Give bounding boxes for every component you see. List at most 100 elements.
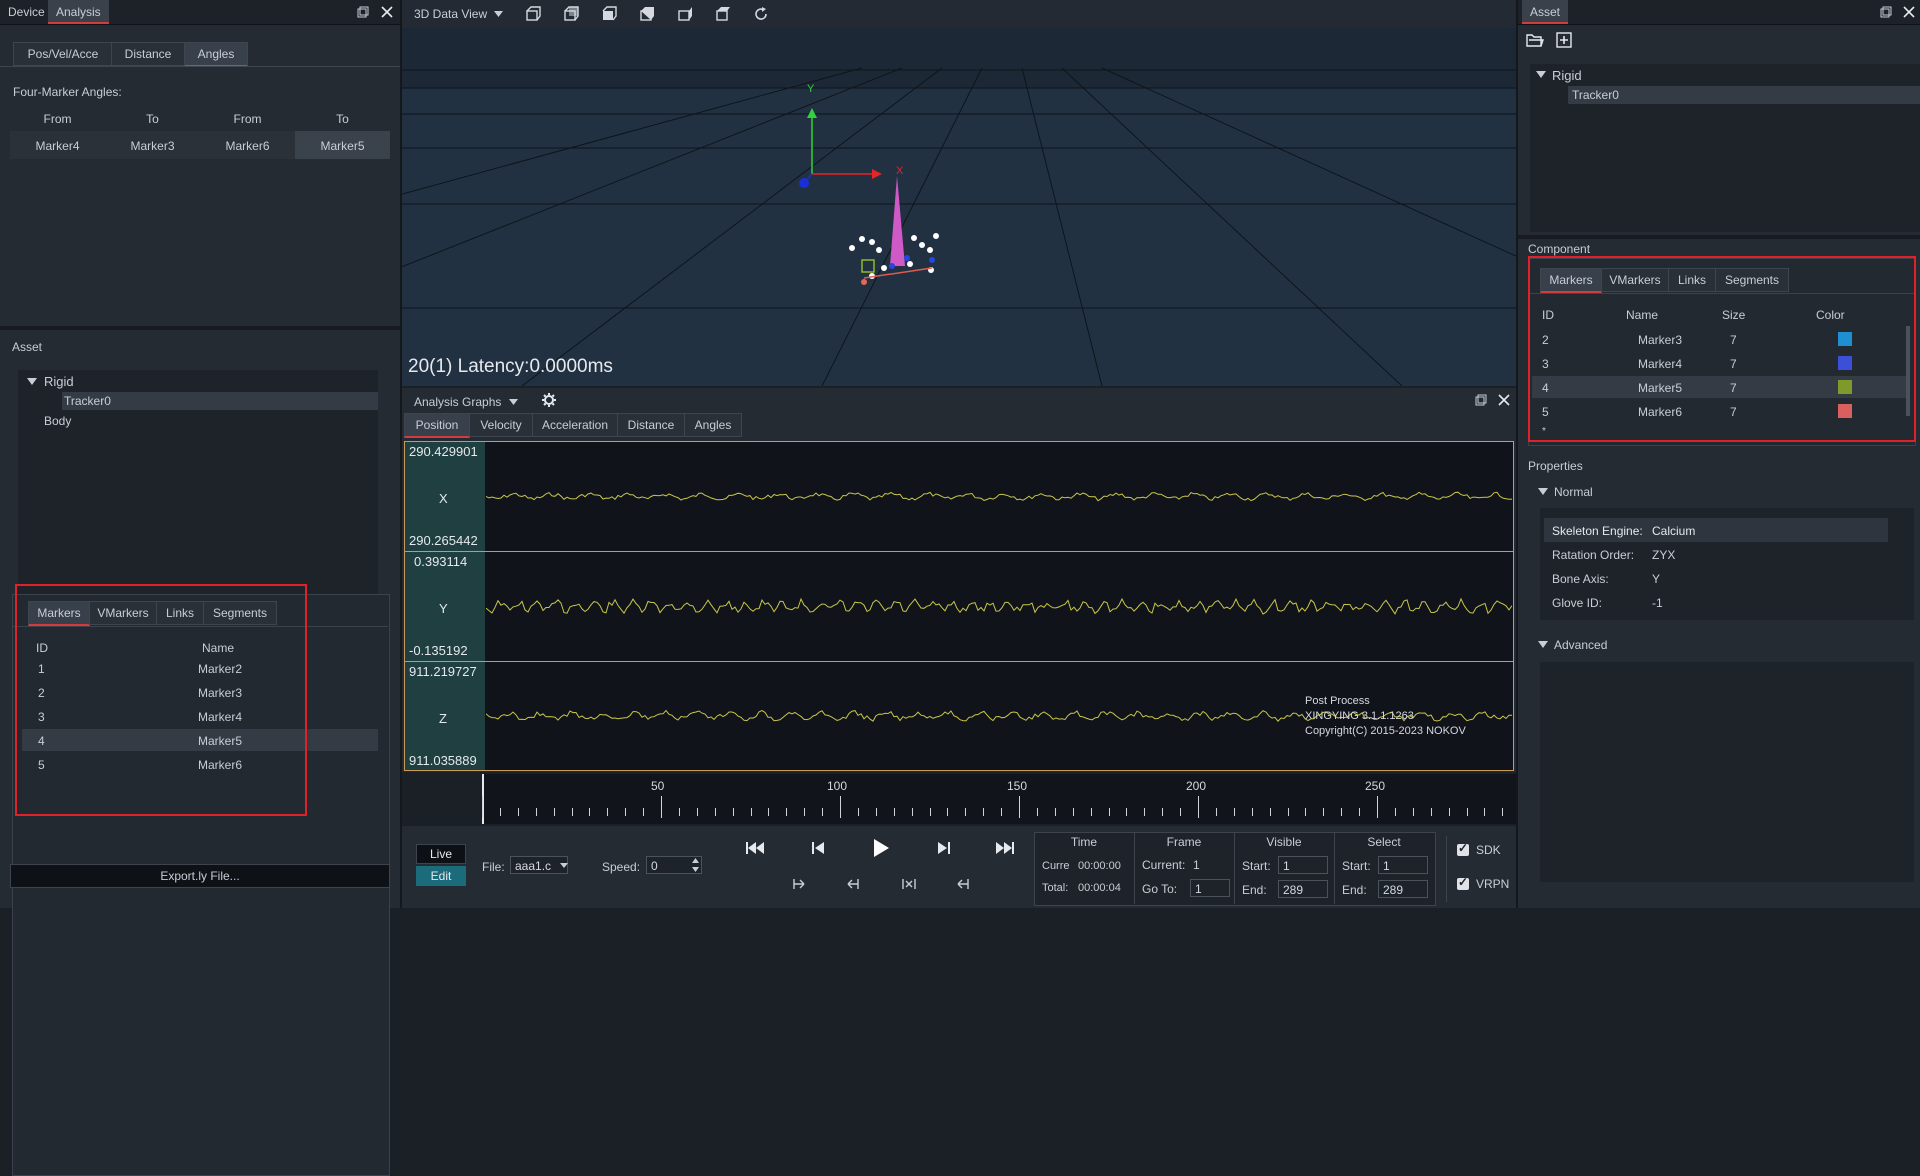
graphs-close-icon[interactable] (1497, 393, 1511, 407)
mark-in-icon[interactable] (790, 876, 808, 892)
angle-value-2[interactable]: Marker3 (105, 139, 200, 153)
vrpn-checkbox[interactable] (1457, 875, 1469, 890)
graph-tab-distance[interactable]: Distance (617, 413, 685, 437)
left-tabbar: Device Analysis (0, 0, 400, 25)
ruler-tick (643, 808, 645, 816)
trim-icon[interactable] (954, 876, 972, 892)
export-button[interactable]: Export.ly File... (10, 864, 390, 888)
subtab-distance[interactable]: Distance (111, 42, 185, 66)
subtab-angles[interactable]: Angles (184, 42, 248, 67)
prop-value-glove-id[interactable]: -1 (1652, 596, 1663, 610)
graph-settings-icon[interactable] (541, 392, 557, 408)
clear-marks-icon[interactable] (900, 876, 918, 892)
view-bottom-icon[interactable] (638, 5, 656, 23)
divider-center-right[interactable] (1516, 0, 1518, 908)
subtab-posvelacce[interactable]: Pos/Vel/Acce (13, 42, 113, 66)
prop-value-bone-axis[interactable]: Y (1652, 572, 1660, 586)
open-folder-icon[interactable] (1526, 32, 1544, 48)
asset-label: Asset (12, 340, 43, 354)
file-dropdown-icon[interactable] (560, 863, 568, 868)
skip-end-icon[interactable] (994, 840, 1016, 856)
right-asset-tree: Rigid Tracker0 (1530, 64, 1920, 232)
tab-device[interactable]: Device (0, 0, 53, 24)
mark-out-icon[interactable] (844, 876, 862, 892)
view-front-icon[interactable] (524, 5, 542, 23)
scene-3d[interactable]: Y X (402, 28, 1516, 386)
advanced-label[interactable]: Advanced (1554, 638, 1607, 652)
tab-asset[interactable]: Asset (1522, 0, 1569, 24)
ruler-tick (1287, 808, 1289, 816)
right-tree-tracker0[interactable]: Tracker0 (1572, 88, 1619, 102)
angle-value-3[interactable]: Marker6 (200, 139, 295, 153)
channel-z-min: 911.035889 (409, 753, 477, 768)
playback-bar: Live Edit File: aaa1.c Speed: 0 Time Cur… (402, 826, 1516, 908)
graph-tab-position[interactable]: Position (404, 413, 470, 438)
graphs-dropdown-icon[interactable] (509, 399, 518, 405)
right-float-icon[interactable] (1880, 6, 1892, 18)
view3d-dropdown-icon[interactable] (494, 11, 503, 17)
ruler-tick (1377, 796, 1378, 818)
select-end-label: End: (1342, 883, 1367, 897)
angle-table: From To From To Marker4 Marker3 Marker6 … (10, 107, 390, 163)
time-total-label: Total: (1042, 882, 1069, 894)
view-back-icon[interactable] (562, 5, 580, 23)
view-top-icon[interactable] (600, 5, 618, 23)
expand-icon[interactable] (27, 378, 37, 386)
normal-expand-icon[interactable] (1538, 488, 1548, 496)
timeline-ruler[interactable]: 50 100 150 200 250 (402, 774, 1516, 824)
divider-left-center[interactable] (400, 0, 402, 908)
panel-float-icon[interactable] (357, 6, 369, 18)
right-tree-rigid[interactable]: Rigid (1552, 68, 1582, 83)
add-asset-icon[interactable] (1556, 32, 1572, 48)
angle-value-1[interactable]: Marker4 (10, 139, 105, 153)
graph-tab-acceleration[interactable]: Acceleration (532, 413, 618, 437)
frame-goto-label: Go To: (1142, 882, 1178, 896)
ruler-tick (1484, 808, 1486, 816)
graph-tab-angles[interactable]: Angles (684, 413, 742, 437)
advanced-expand-icon[interactable] (1538, 641, 1548, 649)
ruler-label-50: 50 (651, 779, 665, 793)
right-expand-icon[interactable] (1536, 71, 1546, 79)
speed-stepper-icon[interactable] (692, 858, 699, 872)
play-icon[interactable] (872, 838, 890, 858)
panel-close-icon[interactable] (380, 5, 394, 19)
view-left-icon[interactable] (676, 5, 694, 23)
right-tree-tracker-row[interactable] (1568, 86, 1920, 104)
edit-button[interactable]: Edit (416, 866, 466, 886)
tree-body[interactable]: Body (44, 414, 71, 428)
sdk-checkbox[interactable] (1457, 841, 1469, 856)
prop-value-skeleton-engine[interactable]: Calcium (1652, 524, 1695, 538)
visible-start-input[interactable]: 1 (1278, 856, 1328, 874)
channel-x-plot[interactable] (486, 442, 1512, 551)
next-frame-icon[interactable] (934, 840, 952, 856)
normal-label[interactable]: Normal (1554, 485, 1593, 499)
graph-tab-velocity[interactable]: Velocity (469, 413, 533, 437)
graphs-title[interactable]: Analysis Graphs (414, 395, 501, 409)
ruler-tick (1359, 808, 1361, 816)
ruler-tick (1394, 808, 1396, 816)
tree-tracker0[interactable]: Tracker0 (64, 394, 111, 408)
view-right-icon[interactable] (714, 5, 732, 23)
visible-end-input[interactable]: 289 (1278, 880, 1328, 898)
right-close-icon[interactable] (1902, 5, 1916, 19)
skip-start-icon[interactable] (744, 840, 766, 856)
tab-analysis[interactable]: Analysis (48, 0, 109, 24)
prev-frame-icon[interactable] (810, 840, 828, 856)
refresh-icon[interactable] (752, 5, 770, 23)
view3d-title[interactable]: 3D Data View (414, 7, 487, 21)
right-splitter[interactable] (1518, 235, 1920, 239)
select-end-input[interactable]: 289 (1378, 880, 1428, 898)
frame-goto-input[interactable]: 1 (1190, 879, 1230, 897)
channel-z-max: 911.219727 (409, 664, 477, 679)
channel-y-plot[interactable] (486, 552, 1512, 661)
select-start-input[interactable]: 1 (1378, 856, 1428, 874)
tree-rigid[interactable]: Rigid (44, 374, 74, 389)
file-label: File: (482, 860, 505, 874)
live-button[interactable]: Live (416, 844, 466, 864)
frame-goto-value: 1 (1195, 882, 1202, 896)
angle-value-4[interactable]: Marker5 (295, 139, 390, 153)
prop-value-rotation-order[interactable]: ZYX (1652, 548, 1675, 562)
graphs-float-icon[interactable] (1475, 394, 1487, 406)
ruler-tick (947, 808, 949, 816)
ruler-tick (1036, 808, 1038, 816)
